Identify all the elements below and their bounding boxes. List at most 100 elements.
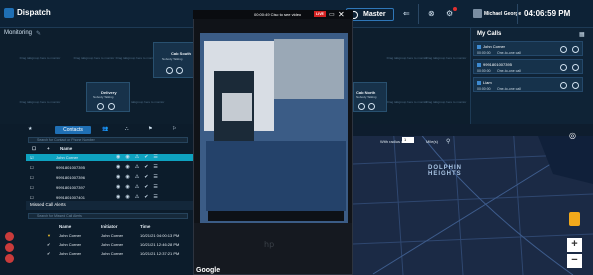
zoom-in-button[interactable]: + [567,238,582,252]
avatar [473,9,482,18]
column-header-time[interactable]: Time [140,224,150,229]
contact-row[interactable]: ☐ 9991801007396 ◉◉⚠✔☰ [26,174,193,181]
app-title: Dispatch [17,8,51,17]
monitor-slot[interactable]: Drag talkgroup here to monitor [385,100,429,114]
checkbox[interactable]: ☐ [30,165,34,170]
speaker-icon[interactable] [97,103,104,110]
contact-row[interactable]: ☐ 9991801007397 ◉◉⚠✔☰ [26,184,193,191]
master-label: Master [363,11,386,18]
missed-call-row[interactable]: ✔ John Corner John Corner 10/21/21 12:37:21… [26,250,193,257]
talkgroup-status: Nobody Talking [356,95,377,99]
monitor-slot[interactable]: Drag talkgroup here to monitor [424,100,468,114]
tab-icon[interactable]: ⛬ [125,126,129,134]
call-time: 00:00:00 [477,87,491,91]
call-status: One-to-one call [497,69,521,73]
speaker-icon[interactable] [358,103,365,110]
contact-row[interactable]: ☐ 9991801007401 ◉◉⚠✔☰ [26,194,193,201]
clock: 04:06:59 PM [524,9,571,18]
ptt-icon[interactable] [176,67,183,74]
search-icon[interactable]: ⚲ [446,138,450,145]
zoom-out-button[interactable]: − [567,254,582,268]
call-status: One-to-one call [497,87,521,91]
monitor-slot[interactable]: Drag talkgroup here to monitor [18,56,62,70]
radius-label: With radius of [380,139,405,144]
street-view-icon[interactable] [569,212,580,226]
monitor-slot[interactable]: Drag talkgroup here to monitor [424,56,468,70]
call-time: 00:00:00 [477,69,491,73]
ptt-icon[interactable] [572,46,579,53]
pencil-icon[interactable]: ✎ [36,30,41,37]
checkbox[interactable]: ☑ [30,155,34,160]
column-header-name[interactable]: Name [60,146,72,151]
talkgroup-status: Nobody Talking [93,95,114,99]
call-item[interactable]: Liam 00:00:00 One-to-one call [473,77,583,92]
missed-call-row[interactable]: ▼ John Corner John Corner 10/21/21 04:00:13… [26,232,193,239]
missed-call-row[interactable]: ✔ John Corner John Corner 10/21/21 12:46:28… [26,241,193,248]
missed-search-input[interactable]: Search for Missed Call Alerts [28,213,188,219]
user-icon [477,45,481,49]
monitoring-label: Monitoring [4,30,33,36]
notification-badge [453,7,457,11]
contact-action-icons[interactable]: ◉◉⚠✔☰ [116,164,163,170]
laptop-logo: hp [264,240,274,249]
talkgroup-card[interactable]: Cab North Nobody Talking [353,82,387,112]
alert-icon[interactable]: ⊗ [428,9,435,18]
checkbox[interactable]: ☐ [30,175,34,180]
speaker-icon[interactable] [560,82,567,89]
ptt-icon[interactable] [572,82,579,89]
monitor-slot[interactable]: Drag talkgroup here to monitor [385,56,429,70]
contact-search-input[interactable]: Search for Contact or Phone Number [28,137,188,143]
live-badge: LIVE [314,11,326,17]
gear-icon[interactable]: ⚙ [446,9,453,18]
avatar [5,232,14,241]
add-icon[interactable]: + [47,146,50,151]
column-header-initiator[interactable]: Initiator [101,224,118,229]
talkgroup-card[interactable]: Delivery Nobody Talking [86,82,130,112]
map-roads [353,124,593,275]
map-view[interactable] [353,124,593,275]
tab-icon[interactable]: ⚑ [148,126,152,134]
groups-tab-icon[interactable]: 👥 [102,126,108,134]
speaker-icon[interactable] [560,46,567,53]
column-header-name[interactable]: Name [59,224,71,229]
favorites-tab-icon[interactable]: ★ [28,126,32,134]
contact-action-icons[interactable]: ◉◉⚠✔☰ [116,184,163,190]
monitor-slot[interactable]: Drag talkgroup here to monitor [18,100,62,114]
call-name: 9991801007395 [483,62,512,67]
contact-action-icons[interactable]: ◉◉⚠✔☰ [116,154,163,160]
monitor-slot[interactable]: Drag talkgroup here to monitor [72,56,116,70]
ptt-icon[interactable] [572,64,579,71]
contact-action-icons[interactable]: ◉◉⚠✔☰ [116,194,163,200]
master-button[interactable]: Master [346,8,394,21]
grid-icon[interactable]: ▦ [579,31,585,38]
tab-icon[interactable]: ⚐ [172,126,176,134]
speaker-icon[interactable] [166,67,173,74]
speaker-icon[interactable] [560,64,567,71]
call-item[interactable]: 9991801007395 00:00:00 One-to-one call [473,59,583,74]
minimize-icon[interactable]: ▭ [329,11,335,18]
video-feed[interactable]: hp [193,10,353,275]
contact-row[interactable]: ☑ John Corner ◉◉⚠✔☰ [26,154,193,161]
checkbox[interactable]: ☐ [30,185,34,190]
radius-input[interactable]: 1 [402,137,414,143]
select-all-checkbox[interactable]: ☐ [32,146,36,152]
call-name: John Corner [483,44,506,49]
tab-contacts[interactable]: Contacts [55,126,91,134]
contact-action-icons[interactable]: ◉◉⚠✔☰ [116,174,163,180]
user-name[interactable]: Michael George [484,11,521,17]
avatar [5,254,14,263]
monitor-slot[interactable]: Drag talkgroup here to monitor [114,56,158,70]
call-name: Liam [483,80,492,85]
contact-row[interactable]: ☐ 9991801007395 ◉◉⚠✔☰ [26,164,193,171]
close-icon[interactable]: ✕ [338,10,345,19]
lasso-icon[interactable]: ◎ [569,131,576,140]
logout-icon[interactable]: ⇐ [403,9,410,18]
check-icon: ✔ [47,251,51,256]
map-attribution: Google [196,267,221,274]
missed-call-title[interactable]: Missed Call Alerts [30,202,66,207]
ptt-icon[interactable] [108,103,115,110]
ptt-icon[interactable] [368,103,375,110]
checkbox[interactable]: ☐ [30,195,34,200]
video-frame: hp [194,11,352,274]
call-item[interactable]: John Corner 00:00:00 One-to-one call [473,41,583,56]
